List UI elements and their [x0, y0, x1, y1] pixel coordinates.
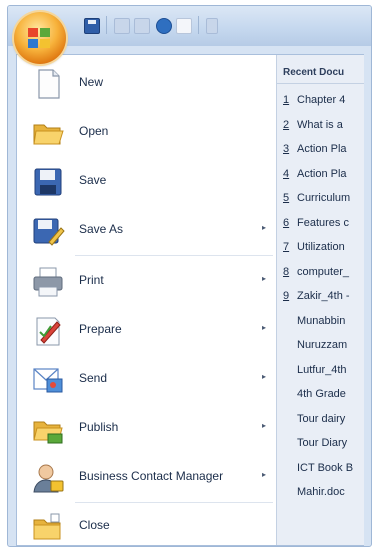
recent-document-item[interactable]: Lutfur_4th [283, 364, 347, 376]
menu-item-label: Open [79, 124, 109, 138]
submenu-arrow: ▸ [262, 470, 267, 479]
recent-document-number: 1 [283, 94, 290, 106]
menu-item-new[interactable]: New [17, 59, 275, 107]
recent-document-item[interactable]: 9 Zakir_4th - [283, 290, 350, 302]
recent-document-item[interactable]: Tour Diary [283, 437, 347, 449]
recent-document-name: Utilization [297, 241, 345, 253]
save-icon[interactable] [84, 18, 100, 34]
recent-document-name: Tour Diary [297, 437, 348, 449]
menu-item-save-as[interactable]: Save As ▸ [17, 206, 275, 254]
toolbar-separator [106, 16, 107, 34]
recent-document-name: Tour dairy [297, 412, 346, 425]
office-menu: New Open Save Save As ▸ Print ▸ Prepare … [16, 54, 364, 546]
menu-item-label: Print [79, 273, 104, 287]
recent-document-item[interactable]: 4th Grade [283, 388, 346, 400]
recent-document-name: Mahir.doc [297, 486, 345, 498]
print-preview-icon[interactable] [156, 18, 172, 34]
contact-manager-icon [33, 464, 64, 493]
send-icon [33, 368, 63, 393]
recent-document-item[interactable]: 3 Action Pla [283, 143, 347, 155]
submenu-arrow: ▸ [262, 223, 267, 232]
menu-item-prepare[interactable]: Prepare ▸ [17, 306, 275, 354]
menu-item-business-contact-manager[interactable]: Business Contact Manager ▸ [17, 453, 275, 501]
menu-item-publish[interactable]: Publish ▸ [17, 404, 275, 452]
menu-item-open[interactable]: Open [17, 108, 275, 156]
menu-item-label: Business Contact Manager [79, 469, 224, 483]
recent-document-item[interactable]: ICT Book B [283, 462, 353, 474]
dropdown-icon[interactable] [206, 18, 218, 34]
recent-document-item[interactable]: Mahir.doc [283, 486, 345, 498]
save-disk-icon [34, 168, 62, 196]
office-logo-icon [28, 28, 50, 48]
close-folder-icon [33, 513, 61, 540]
recent-document-name: Nuruzzam [297, 339, 348, 351]
menu-divider [75, 255, 273, 256]
recent-document-number: 9 [283, 290, 290, 302]
menu-item-close[interactable]: Close [17, 502, 275, 546]
submenu-arrow: ▸ [262, 372, 267, 381]
menu-item-label: Save [79, 173, 107, 187]
recent-document-item[interactable]: Nuruzzam [283, 339, 347, 351]
undo-icon[interactable] [114, 18, 130, 34]
menu-item-label: New [79, 75, 104, 89]
recent-document-name: Action Pla [297, 143, 347, 155]
submenu-arrow: ▸ [262, 323, 267, 332]
menu-item-send[interactable]: Send ▸ [17, 355, 275, 403]
customize-icon[interactable] [176, 18, 192, 34]
recent-document-item[interactable]: 4 Action Pla [283, 168, 347, 180]
office-button[interactable] [14, 12, 66, 64]
recent-document-item[interactable]: Munabbin [283, 315, 345, 327]
recent-document-name: Zakir_4th - [297, 290, 350, 302]
recent-documents-title: Recent Docu [283, 67, 345, 78]
recent-document-name: Action Pla [297, 167, 347, 180]
new-document-icon [38, 69, 60, 99]
menu-item-label: Prepare [79, 322, 122, 336]
office-window: New Open Save Save As ▸ Print ▸ Prepare … [7, 5, 372, 547]
recent-document-name: computer_ [297, 265, 349, 278]
recent-document-item[interactable]: 5 Curriculum [283, 192, 350, 204]
recent-document-number: 3 [283, 143, 290, 155]
publish-icon [33, 421, 63, 444]
recent-document-name: What is a [297, 118, 343, 131]
toolbar-separator [198, 16, 199, 34]
recent-document-name: 4th Grade [297, 388, 346, 400]
open-folder-icon [33, 124, 64, 145]
recent-document-item[interactable]: 7 Utilization [283, 241, 345, 253]
menu-item-label: Send [79, 371, 108, 385]
submenu-arrow: ▸ [262, 274, 267, 283]
recent-document-item[interactable]: 1 Chapter 4 [283, 94, 345, 106]
menu-item-label: Save As [79, 222, 124, 236]
recent-document-item[interactable]: 2 What is a [283, 119, 343, 131]
recent-document-item[interactable]: 6 Features c [283, 217, 349, 229]
recent-document-name: Features c [297, 216, 349, 229]
recent-document-name: Munabbin [297, 314, 346, 327]
recent-document-name: Lutfur_4th [297, 363, 347, 376]
printer-icon [33, 267, 63, 297]
menu-commands: New Open Save Save As ▸ Print ▸ Prepare … [17, 55, 275, 545]
recent-document-name: Chapter 4 [297, 94, 346, 106]
redo-icon[interactable] [134, 18, 150, 34]
recent-document-number: 2 [283, 118, 290, 131]
recent-document-name: ICT Book B [297, 461, 354, 474]
submenu-arrow: ▸ [262, 421, 267, 430]
menu-item-label: Publish [79, 420, 119, 434]
recent-document-item[interactable]: Tour dairy [283, 413, 345, 425]
menu-item-save[interactable]: Save [17, 157, 275, 205]
save-as-icon [33, 218, 65, 246]
recent-document-number: 6 [283, 216, 290, 229]
recent-document-number: 7 [283, 241, 290, 253]
recent-document-name: Curriculum [297, 192, 351, 204]
recent-document-number: 8 [283, 265, 290, 278]
recent-document-number: 4 [283, 167, 290, 180]
recent-documents-panel: Recent Docu 1 Chapter 4 2 What is a 3 Action … [276, 55, 364, 545]
recent-document-item[interactable]: 8 computer_ [283, 266, 349, 278]
menu-item-print[interactable]: Print ▸ [17, 257, 275, 305]
prepare-icon [36, 317, 61, 346]
recent-document-number: 5 [283, 192, 290, 204]
menu-item-label: Close [79, 518, 110, 532]
recent-documents-divider [277, 83, 364, 84]
